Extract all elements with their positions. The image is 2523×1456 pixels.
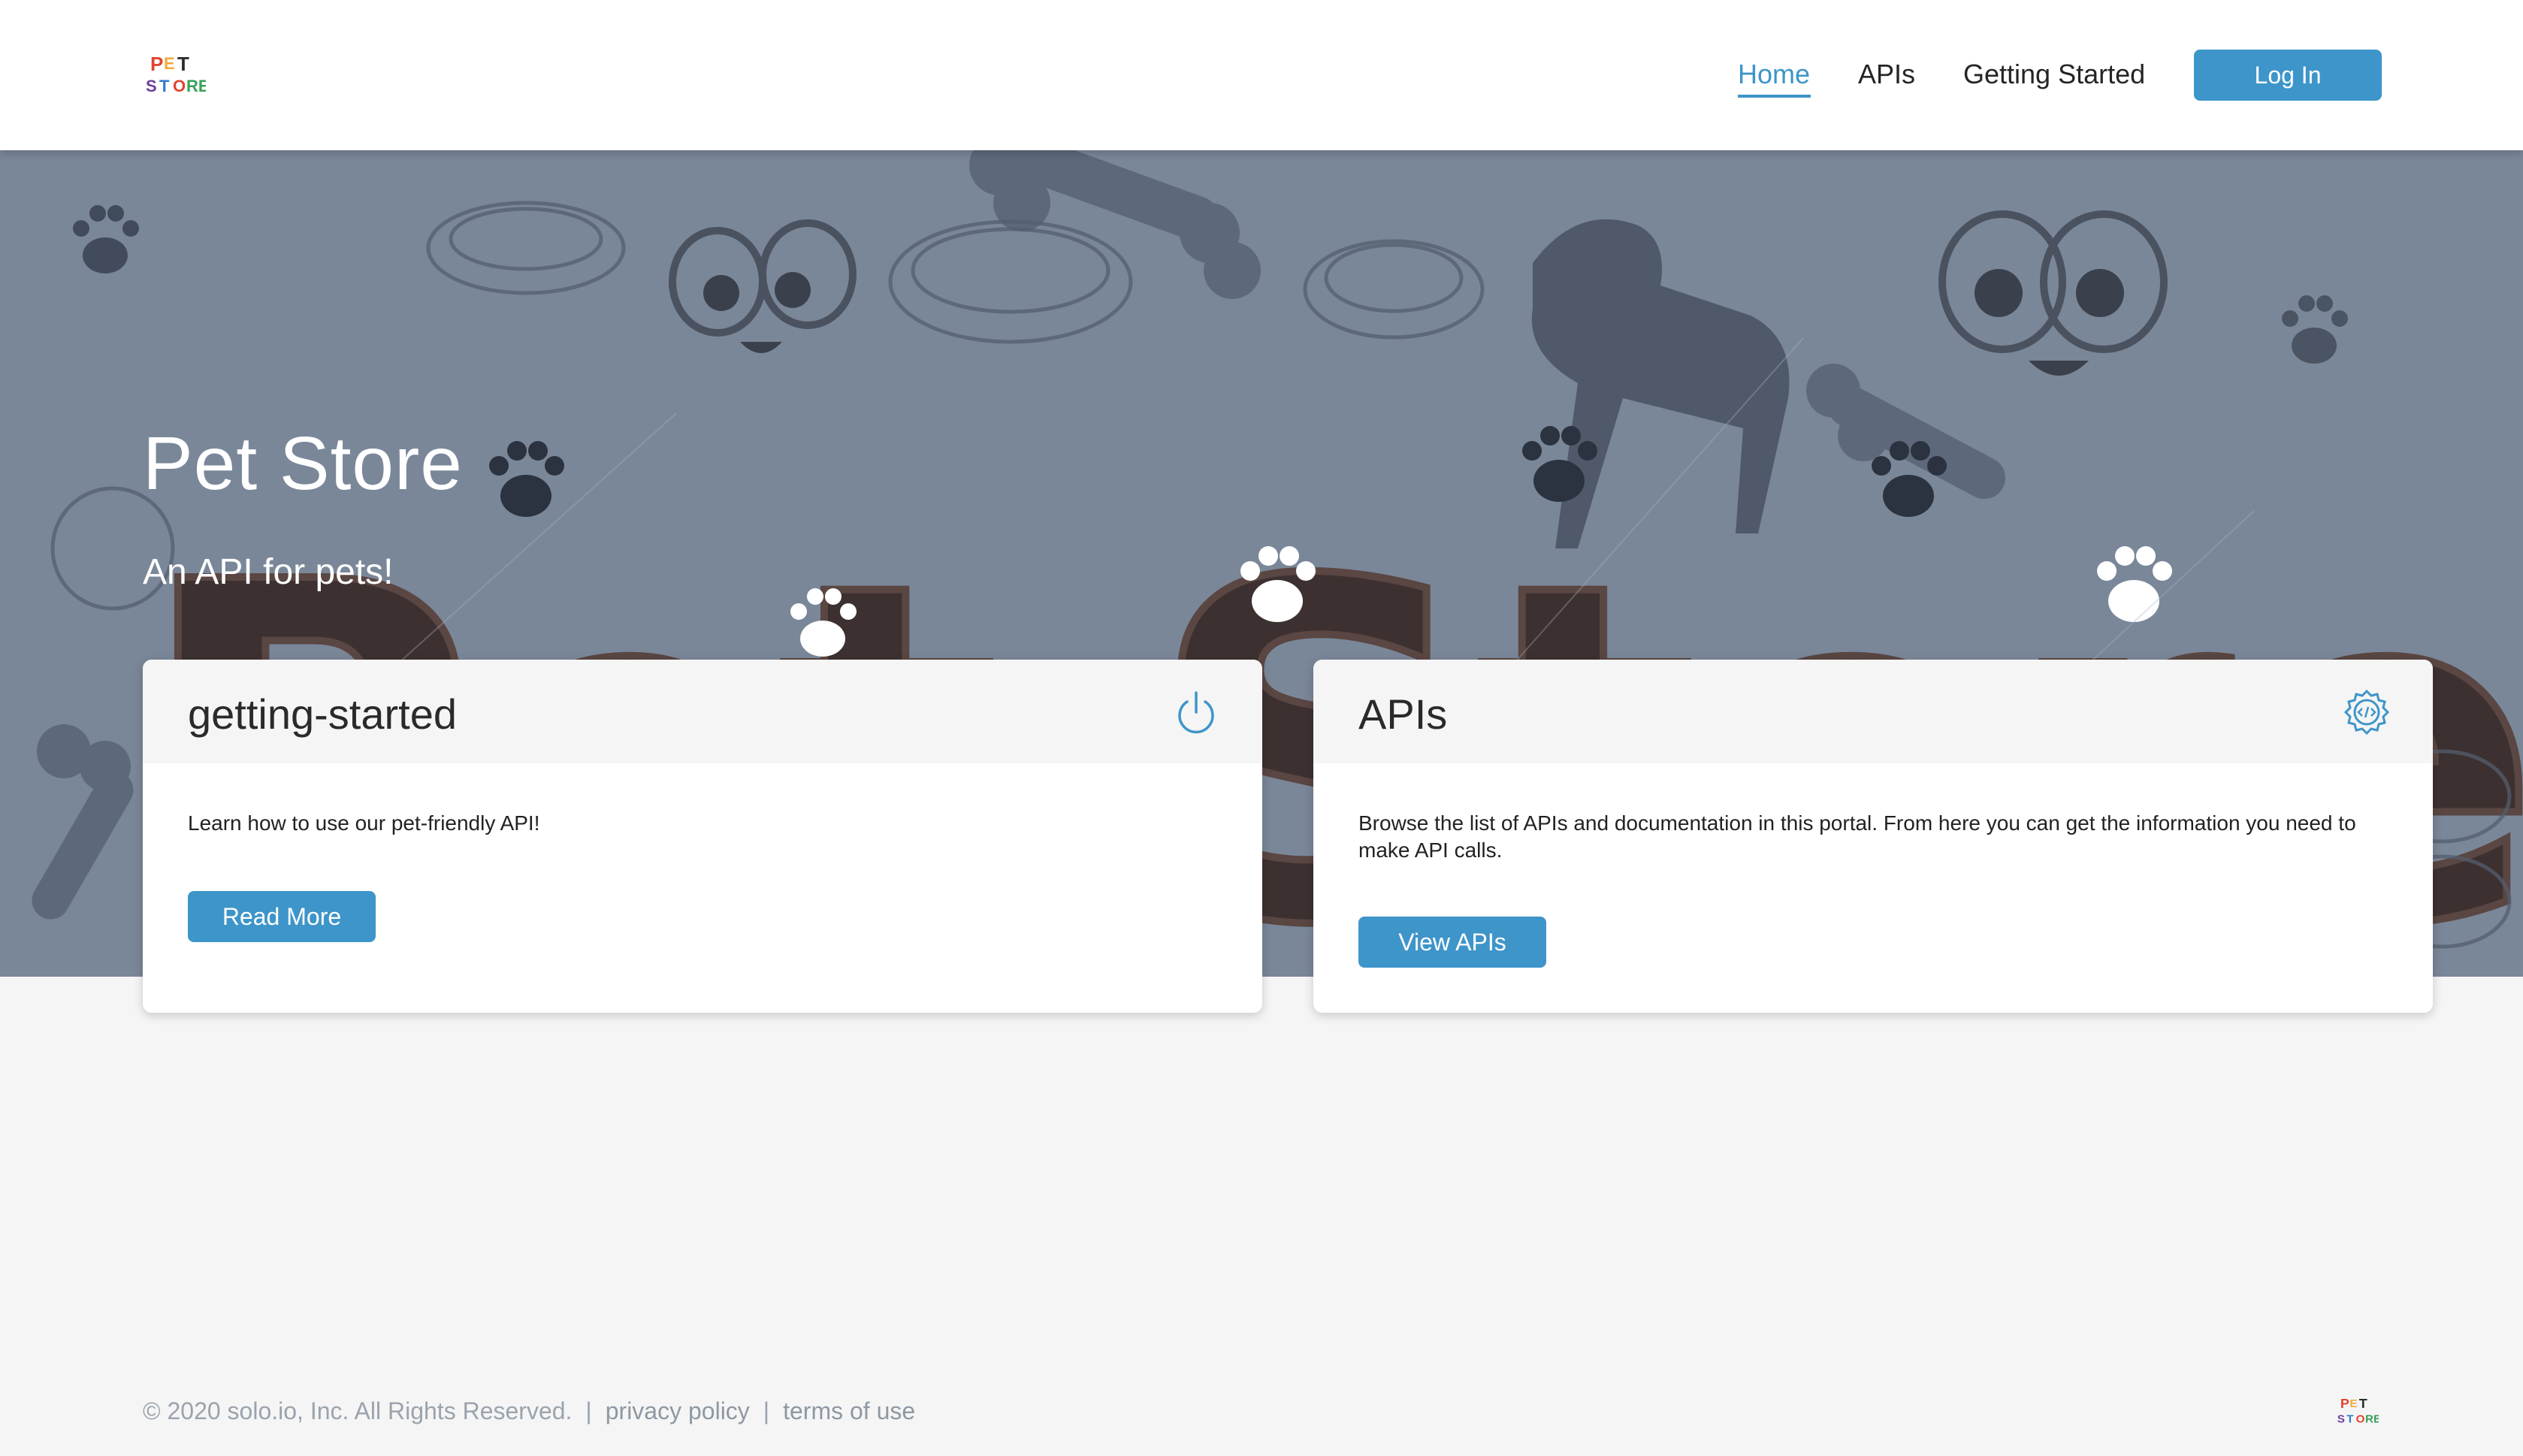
hero-subtitle: An API for pets! bbox=[143, 552, 394, 592]
svg-text:RE: RE bbox=[186, 77, 206, 95]
svg-text:P: P bbox=[150, 53, 163, 75]
svg-text:O: O bbox=[2356, 1413, 2365, 1426]
view-apis-button[interactable]: View APIs bbox=[1358, 917, 1546, 968]
card-description: Browse the list of APIs and documentatio… bbox=[1358, 811, 2356, 862]
svg-text:O: O bbox=[173, 77, 186, 95]
footer: © 2020 solo.io, Inc. All Rights Reserved… bbox=[143, 1397, 915, 1425]
card-title: getting-started bbox=[188, 690, 457, 738]
code-gear-icon bbox=[2343, 689, 2390, 736]
power-icon bbox=[1178, 691, 1214, 734]
nav-active-underline bbox=[1738, 95, 1811, 98]
card-description: Learn how to use our pet-friendly API! bbox=[188, 811, 540, 835]
read-more-button[interactable]: Read More bbox=[188, 891, 376, 942]
svg-text:S: S bbox=[2337, 1413, 2345, 1426]
svg-text:T: T bbox=[177, 53, 189, 75]
svg-text:P: P bbox=[2340, 1396, 2349, 1411]
top-header: P E T S T O RE Home APIs Getting Started… bbox=[0, 0, 2523, 150]
nav-getting-started[interactable]: Getting Started bbox=[1963, 59, 2145, 90]
apis-card: APIs Browse the list of APIs and documen… bbox=[1313, 660, 2433, 1013]
privacy-policy-link[interactable]: privacy policy bbox=[606, 1397, 750, 1425]
svg-text:RE: RE bbox=[2365, 1413, 2379, 1426]
footer-pet-store-logo: P E T S T O RE bbox=[2337, 1396, 2379, 1426]
card-header: APIs bbox=[1313, 660, 2433, 763]
nav-apis[interactable]: APIs bbox=[1858, 59, 1915, 90]
svg-text:E: E bbox=[164, 54, 175, 73]
pet-store-logo[interactable]: P E T S T O RE bbox=[143, 51, 206, 96]
svg-text:S: S bbox=[146, 77, 157, 95]
footer-separator: | bbox=[763, 1397, 770, 1424]
svg-text:T: T bbox=[2359, 1396, 2367, 1411]
card-title: APIs bbox=[1358, 690, 1448, 738]
footer-separator: | bbox=[585, 1397, 592, 1424]
getting-started-card: getting-started Learn how to use our pet… bbox=[143, 660, 1262, 1013]
svg-text:T: T bbox=[159, 77, 170, 95]
terms-of-use-link[interactable]: terms of use bbox=[783, 1397, 915, 1425]
copyright-text: © 2020 solo.io, Inc. All Rights Reserved… bbox=[143, 1397, 573, 1424]
svg-text:E: E bbox=[2349, 1397, 2357, 1410]
login-button[interactable]: Log In bbox=[2194, 50, 2382, 101]
svg-text:T: T bbox=[2346, 1413, 2354, 1426]
card-header: getting-started bbox=[143, 660, 1262, 763]
hero-title: Pet Store bbox=[143, 421, 463, 506]
nav-home[interactable]: Home bbox=[1738, 59, 1810, 90]
